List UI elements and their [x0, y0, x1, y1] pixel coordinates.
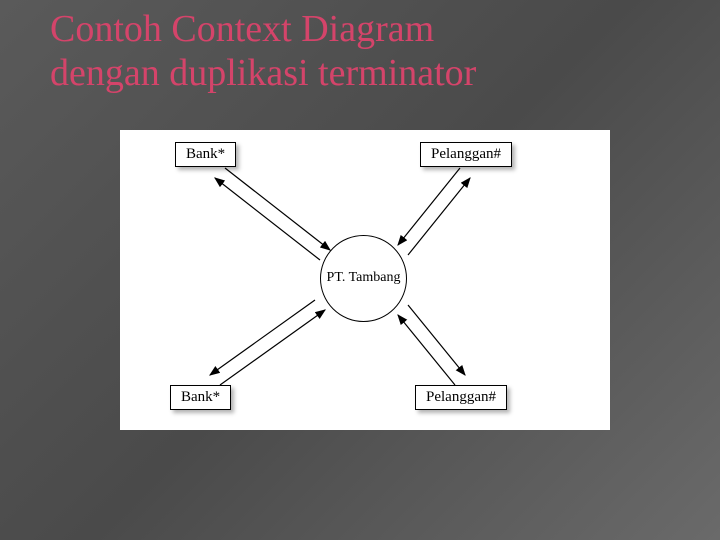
- terminator-bank-bottom: Bank*: [170, 385, 231, 410]
- terminator-pelanggan-bottom: Pelanggan#: [415, 385, 507, 410]
- title-line-1: Contoh Context Diagram: [50, 8, 476, 52]
- terminator-bank-top: Bank*: [175, 142, 236, 167]
- process-circle: PT. Tambang: [320, 235, 407, 322]
- slide-title: Contoh Context Diagram dengan duplikasi …: [50, 8, 476, 95]
- terminator-pelanggan-top: Pelanggan#: [420, 142, 512, 167]
- title-line-2: dengan duplikasi terminator: [50, 52, 476, 96]
- context-diagram: Bank* Pelanggan# Bank* Pelanggan# PT. Ta…: [120, 130, 610, 430]
